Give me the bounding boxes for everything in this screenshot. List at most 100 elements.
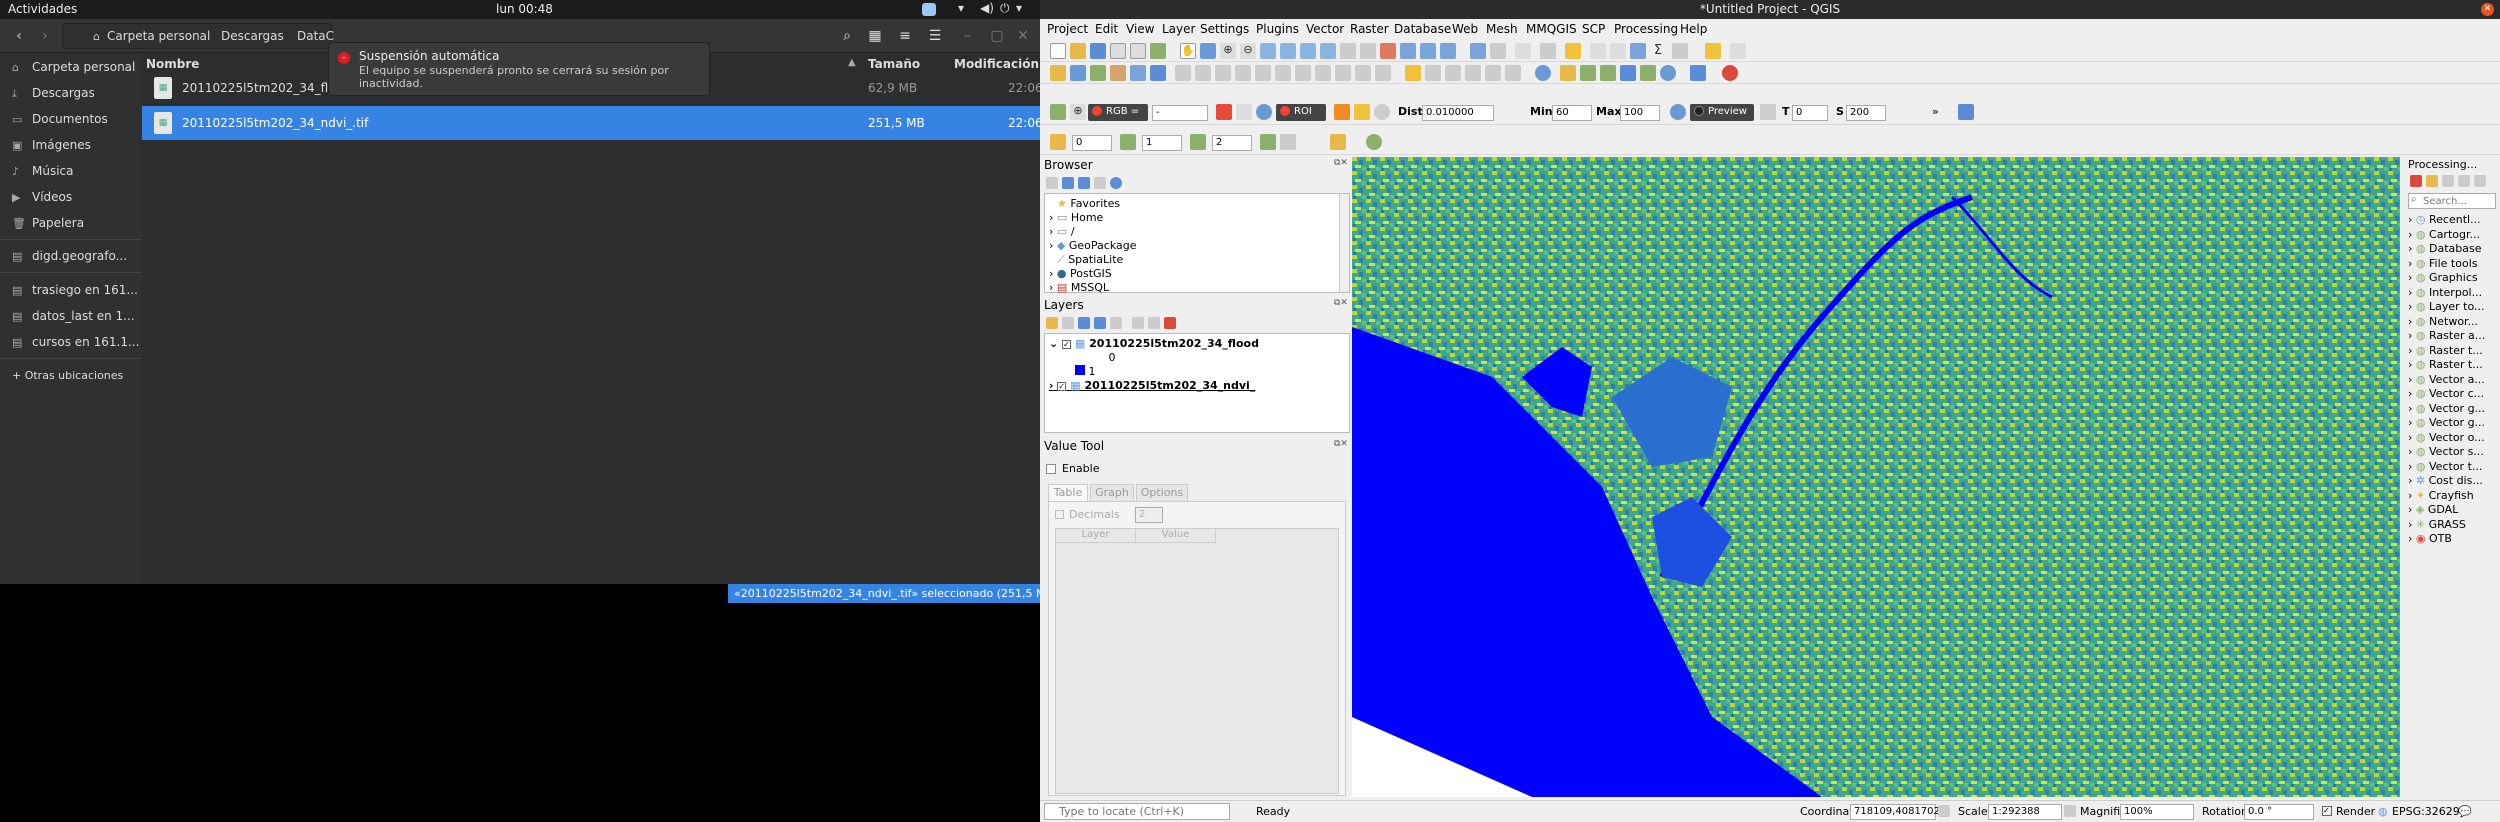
field-calculator-icon[interactable]	[1610, 43, 1626, 59]
zoom-selection-icon[interactable]	[1280, 43, 1296, 59]
scp-zoom-roi-icon[interactable]	[1256, 104, 1272, 120]
lock-scale-icon[interactable]	[2064, 805, 2076, 817]
select-by-value-icon[interactable]	[1540, 43, 1556, 59]
temporal-controller-icon[interactable]	[1420, 43, 1436, 59]
collapse-all-icon[interactable]	[1148, 317, 1160, 329]
processing-item[interactable]: › ◈ GDAL	[2408, 503, 2458, 516]
sidebar-item-network-2[interactable]: ▤ datos_last en 1...	[0, 305, 142, 327]
menu-database[interactable]: Database	[1394, 22, 1451, 36]
processing-item[interactable]: › ◍ Layer to...	[2408, 300, 2485, 313]
max-input[interactable]: 100	[1620, 105, 1660, 121]
zoom-layer-icon[interactable]	[1300, 43, 1316, 59]
overflow-chevron-icon[interactable]: »	[1932, 105, 1939, 118]
sidebar-item-network-3[interactable]: ▤ cursos en 161.1...	[0, 331, 142, 353]
copy-features-icon[interactable]	[1315, 65, 1331, 81]
panel-close-icon[interactable]: ⧉✕	[1334, 439, 1348, 449]
sidebar-item-other-locations[interactable]: + Otras ubicaciones	[0, 365, 142, 387]
browser-item-mssql[interactable]: › ▤ MSSQL	[1049, 281, 1109, 293]
dist-input[interactable]: 0.010000	[1422, 105, 1494, 121]
processing-item[interactable]: › ◍ Vector g...	[2408, 402, 2485, 415]
zoom-full-icon[interactable]	[1260, 43, 1276, 59]
activities-button[interactable]: Actividades	[8, 2, 77, 16]
measure-icon[interactable]	[1672, 43, 1688, 59]
add-selected-icon[interactable]	[1046, 177, 1058, 189]
redo-preview-icon[interactable]	[1760, 104, 1776, 120]
new-print-layout-icon[interactable]	[1130, 43, 1146, 59]
scale-input[interactable]: 1:292388	[1988, 804, 2062, 820]
new-geopackage-icon[interactable]	[1070, 65, 1086, 81]
text-annotation-icon[interactable]	[1730, 43, 1746, 59]
band-set-icon[interactable]	[1050, 134, 1066, 150]
redo-icon[interactable]	[1375, 65, 1391, 81]
pan-to-selection-icon[interactable]	[1200, 43, 1216, 59]
layer-visibility-checkbox[interactable]: ✓	[1057, 382, 1067, 391]
zoom-input-icon[interactable]: ⊕	[1070, 104, 1086, 120]
digitize-icon[interactable]	[1235, 65, 1251, 81]
band-calc-icon[interactable]	[1280, 134, 1296, 150]
models-icon[interactable]	[2410, 175, 2422, 187]
band-nav-icon-2[interactable]	[1190, 134, 1206, 150]
grid-view-icon[interactable]: ▦	[864, 25, 886, 47]
breadcrumb-home[interactable]: Carpeta personal	[107, 29, 210, 43]
menu-scp[interactable]: SCP	[1582, 22, 1605, 36]
tab-options[interactable]: Options	[1136, 484, 1188, 502]
processing-item[interactable]: › ◍ Vector o...	[2408, 431, 2485, 444]
band-1-input[interactable]: 0	[1072, 135, 1112, 151]
crs-button[interactable]: EPSG:32629	[2392, 805, 2460, 818]
menu-raster[interactable]: Raster	[1350, 22, 1389, 36]
band-nav-icon[interactable]	[1120, 134, 1136, 150]
tab-graph[interactable]: Graph	[1090, 484, 1134, 502]
expand-all-icon[interactable]	[1132, 317, 1144, 329]
processing-item[interactable]: › ◍ Vector a...	[2408, 373, 2485, 386]
deselect-icon[interactable]	[1565, 43, 1581, 59]
processing-item[interactable]: › ◍ Graphics	[2408, 271, 2478, 284]
close-icon[interactable]: ✕	[1012, 25, 1034, 47]
collapse-all-icon[interactable]	[1094, 177, 1106, 189]
processing-item[interactable]: › ◍ Raster t...	[2408, 358, 2483, 371]
filter-expression-icon[interactable]	[1110, 317, 1122, 329]
zoom-next-icon[interactable]	[1360, 43, 1376, 59]
history-icon[interactable]	[2442, 175, 2454, 187]
browser-item-geopackage[interactable]: › ◆ GeoPackage	[1049, 239, 1137, 252]
scp-add-roi-icon[interactable]	[1354, 104, 1370, 120]
attribute-table-icon[interactable]	[1590, 43, 1606, 59]
new-shapefile-icon[interactable]	[1090, 65, 1106, 81]
open-project-icon[interactable]	[1070, 43, 1086, 59]
plugin-3-icon[interactable]	[1620, 65, 1636, 81]
panel-close-icon[interactable]: ⧉✕	[1334, 158, 1348, 168]
plugin-2-icon[interactable]	[1600, 65, 1616, 81]
data-source-manager-icon[interactable]	[1050, 65, 1066, 81]
magnifier-input[interactable]: 100%	[2120, 804, 2194, 820]
processing-item[interactable]: › ◍ Raster t...	[2408, 344, 2483, 357]
power-icon[interactable]: ⏻	[1000, 1, 1010, 16]
minimize-icon[interactable]: –	[956, 25, 978, 47]
band-3-input[interactable]: 2	[1212, 135, 1252, 151]
rgb-bands-input[interactable]: -	[1152, 105, 1208, 121]
scp-settings-icon[interactable]	[1958, 104, 1974, 120]
sidebar-item-music[interactable]: ♪ Música	[0, 160, 142, 182]
browser-item-home[interactable]: › ▭ Home	[1049, 211, 1103, 224]
cut-features-icon[interactable]	[1295, 65, 1311, 81]
plugin-6-icon[interactable]	[1690, 65, 1706, 81]
sidebar-item-drive[interactable]: ▤ digd.geografo...	[0, 245, 142, 267]
scp-create-roi-icon[interactable]	[1334, 104, 1350, 120]
processing-item[interactable]: › ◍ Vector g...	[2408, 416, 2485, 429]
rgb-combo[interactable]: RGB =	[1088, 104, 1148, 121]
processing-item[interactable]: › ✦ Crayfish	[2408, 489, 2474, 502]
actions-icon[interactable]	[1490, 43, 1506, 59]
coordinate-input[interactable]: 718109,4081702	[1850, 804, 1940, 820]
pin-labels-icon[interactable]	[1425, 65, 1441, 81]
processing-item[interactable]: › ◍ File tools	[2408, 257, 2477, 270]
preview-toggle[interactable]: Preview	[1690, 104, 1754, 121]
menu-view[interactable]: View	[1126, 22, 1154, 36]
breadcrumb-datac[interactable]: DataC	[297, 29, 334, 43]
band-2-input[interactable]: 1	[1142, 135, 1182, 151]
georeferencer-icon[interactable]	[1535, 65, 1551, 81]
rotation-input[interactable]: 0.0 °	[2244, 804, 2314, 820]
plugin-4-icon[interactable]	[1640, 65, 1656, 81]
zoom-last-icon[interactable]	[1340, 43, 1356, 59]
processing-toolbox-icon[interactable]	[1630, 43, 1646, 59]
band-nav-icon-3[interactable]	[1260, 134, 1276, 150]
column-header-layer[interactable]: Layer	[1056, 529, 1136, 543]
sidebar-item-images[interactable]: ▣ Imágenes	[0, 134, 142, 156]
